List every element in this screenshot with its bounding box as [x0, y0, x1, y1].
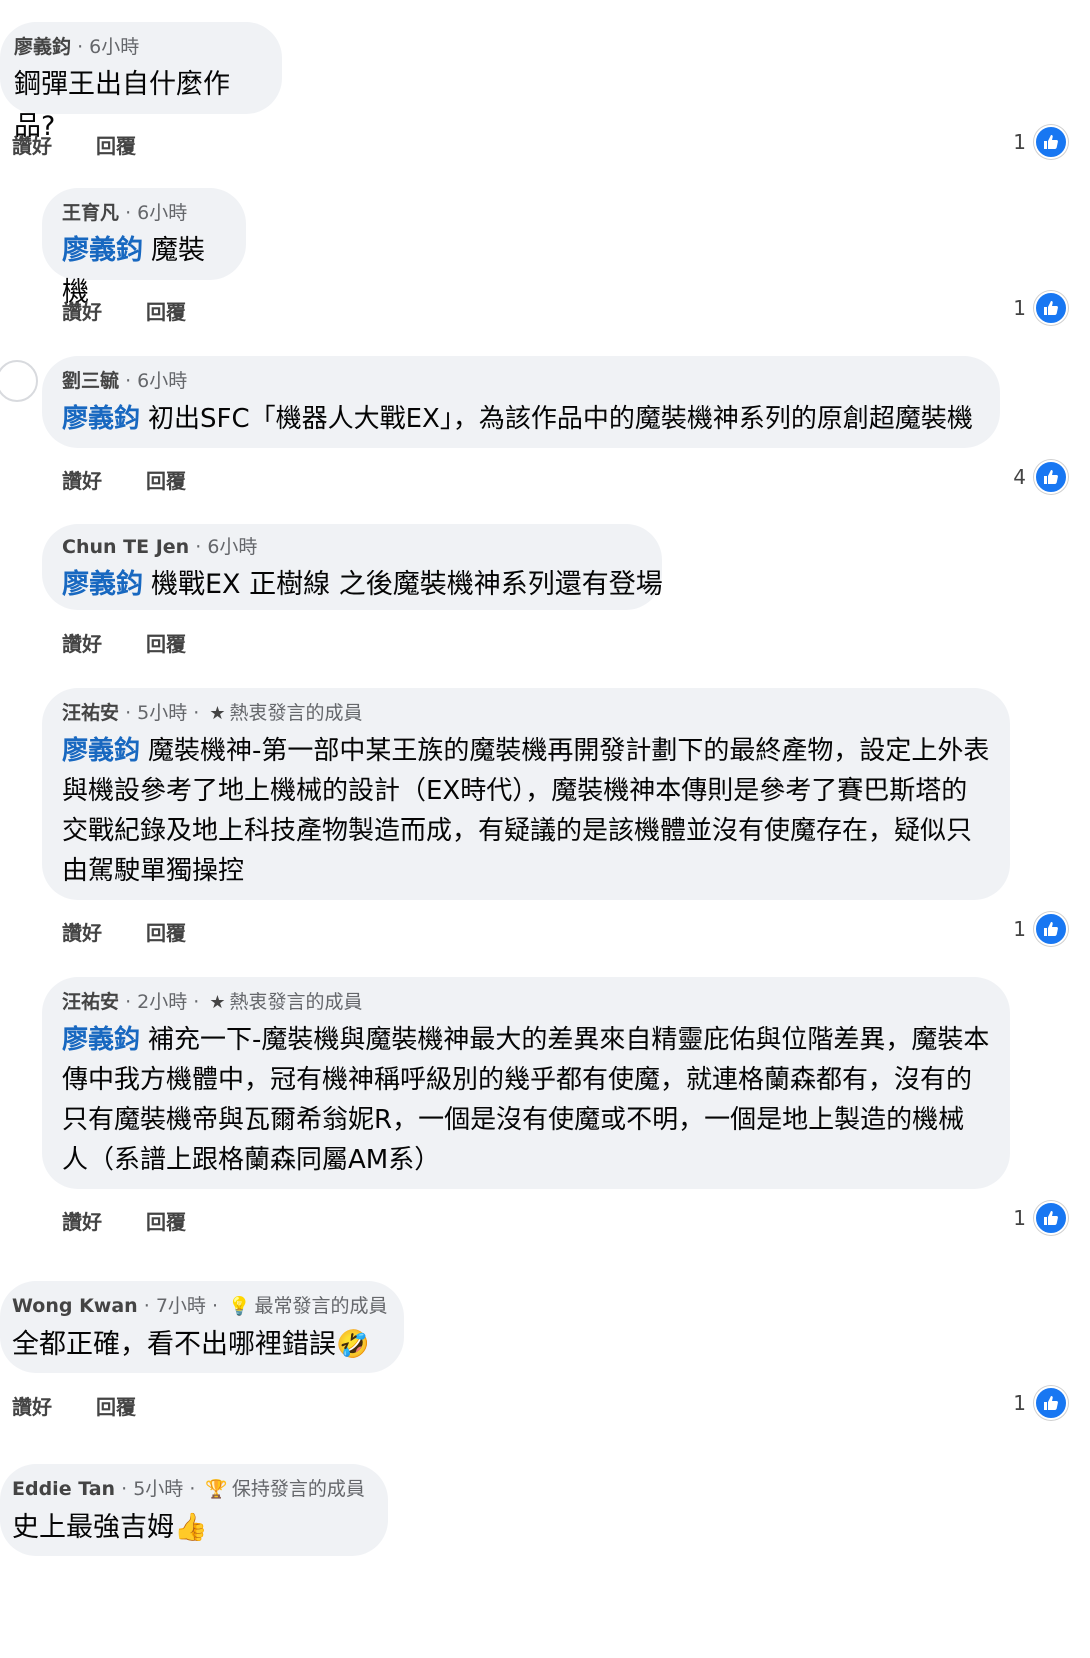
timestamp[interactable]: · 6小時 — [125, 370, 187, 392]
comment-bubble: Chun TE Jen · 6小時 廖義鈞 機戰EX 正樹線 之後魔裝機神系列還有… — [42, 524, 663, 610]
comment-actions: 讚好 回覆 — [12, 1391, 180, 1420]
like-count: 1 — [1013, 130, 1026, 154]
reaction-count[interactable]: 4 — [1013, 460, 1068, 494]
author-name[interactable]: 劉三毓 — [62, 370, 119, 392]
author-name[interactable]: 汪祐安 — [62, 702, 119, 724]
like-count: 1 — [1013, 917, 1026, 941]
comment-meta: 廖義鈞 · 6小時 — [14, 34, 268, 60]
comment-item: 汪祐安 · 5小時 · ★ 熱衷發言的成員 廖義鈞 魔裝機神-第一部中某王族的魔裝機… — [42, 688, 1010, 900]
member-badge[interactable]: ★ 熱衷發言的成員 — [209, 991, 362, 1013]
avatar[interactable] — [0, 360, 38, 402]
reply-button[interactable]: 回覆 — [146, 1210, 186, 1234]
like-button[interactable]: 讚好 — [62, 469, 102, 493]
comment-text: 全都正確，看不出哪裡錯誤🤣 — [12, 1329, 370, 1360]
comment-text: 史上最強吉姆👍 — [12, 1512, 208, 1543]
comment-item: Wong Kwan · 7小時 · 💡 最常發言的成員 全都正確，看不出哪裡錯誤🤣 — [0, 1281, 404, 1373]
reply-button[interactable]: 回覆 — [96, 1395, 136, 1419]
comment-bubble: Wong Kwan · 7小時 · 💡 最常發言的成員 全都正確，看不出哪裡錯誤🤣 — [0, 1281, 404, 1373]
comment-meta: Chun TE Jen · 6小時 — [62, 534, 642, 560]
like-button[interactable]: 讚好 — [62, 632, 102, 656]
thumbs-up-icon — [1034, 460, 1068, 494]
comment-meta: Eddie Tan · 5小時 · 🏆 保持發言的成員 — [12, 1476, 376, 1503]
timestamp[interactable]: · 6小時 — [77, 36, 139, 58]
like-button[interactable]: 讚好 — [62, 1210, 102, 1234]
author-name[interactable]: 廖義鈞 — [14, 36, 71, 58]
timestamp[interactable]: · 7小時 · — [144, 1295, 218, 1317]
reaction-count[interactable]: 1 — [1013, 1386, 1068, 1420]
reaction-count[interactable]: 1 — [1013, 291, 1068, 325]
comment-bubble: 劉三毓 · 6小時 廖義鈞 初出SFC「機器人大戰EX」，為該作品中的魔裝機神系列… — [42, 356, 1000, 448]
mention-link[interactable]: 廖義鈞 — [62, 404, 140, 434]
like-count: 1 — [1013, 1391, 1026, 1415]
reaction-count[interactable]: 1 — [1013, 912, 1068, 946]
comment-meta: 劉三毓 · 6小時 — [62, 368, 980, 394]
like-button[interactable]: 讚好 — [12, 134, 52, 158]
reply-button[interactable]: 回覆 — [146, 921, 186, 945]
thumbs-up-icon — [1034, 912, 1068, 946]
comment-actions: 讚好 回覆 — [62, 917, 230, 946]
comment-text: 廖義鈞 補充一下-魔裝機與魔裝機神最大的差異來自精靈庇佑與位階差異，魔裝本傳中我方… — [62, 1025, 990, 1175]
like-count: 1 — [1013, 1206, 1026, 1230]
comment-meta: 王育凡 · 6小時 — [62, 200, 226, 226]
reply-button[interactable]: 回覆 — [146, 632, 186, 656]
comment-bubble: 汪祐安 · 5小時 · ★ 熱衷發言的成員 廖義鈞 魔裝機神-第一部中某王族的魔裝機… — [42, 688, 1010, 900]
trophy-icon: 🏆 — [205, 1479, 228, 1500]
reaction-count[interactable]: 1 — [1013, 1201, 1068, 1235]
reply-button[interactable]: 回覆 — [96, 134, 136, 158]
thumbs-up-icon — [1034, 1201, 1068, 1235]
author-name[interactable]: 汪祐安 — [62, 991, 119, 1013]
thumbs-up-icon — [1034, 1386, 1068, 1420]
author-name[interactable]: Wong Kwan — [12, 1295, 138, 1317]
lightbulb-icon: 💡 — [228, 1296, 251, 1317]
comment-actions: 讚好 回覆 — [62, 628, 230, 657]
member-badge[interactable]: ★ 熱衷發言的成員 — [209, 702, 362, 724]
comment-item: 王育凡 · 6小時 廖義鈞 魔裝機 — [42, 188, 246, 308]
reaction-count[interactable]: 1 — [1013, 125, 1068, 159]
like-count: 4 — [1013, 465, 1026, 489]
star-icon: ★ — [209, 992, 226, 1013]
member-badge[interactable]: 🏆 保持發言的成員 — [205, 1478, 364, 1500]
like-count: 1 — [1013, 296, 1026, 320]
comment-item: Chun TE Jen · 6小時 廖義鈞 機戰EX 正樹線 之後魔裝機神系列還有… — [42, 524, 663, 610]
mention-link[interactable]: 廖義鈞 — [62, 736, 140, 766]
comment-item: 廖義鈞 · 6小時 鋼彈王出自什麼作品? — [0, 22, 282, 142]
comment-item: 汪祐安 · 2小時 · ★ 熱衷發言的成員 廖義鈞 補充一下-魔裝機與魔裝機神最大的… — [42, 977, 1010, 1189]
comment-item: Eddie Tan · 5小時 · 🏆 保持發言的成員 史上最強吉姆👍 — [0, 1464, 388, 1556]
timestamp[interactable]: · 5小時 · — [121, 1478, 195, 1500]
thumbs-up-icon — [1034, 125, 1068, 159]
star-icon: ★ — [209, 703, 226, 724]
comment-text: 廖義鈞 機戰EX 正樹線 之後魔裝機神系列還有登場 — [62, 569, 663, 600]
comment-actions: 讚好 回覆 — [62, 1206, 230, 1235]
comment-bubble: 汪祐安 · 2小時 · ★ 熱衷發言的成員 廖義鈞 補充一下-魔裝機與魔裝機神最大的… — [42, 977, 1010, 1189]
member-badge[interactable]: 💡 最常發言的成員 — [228, 1295, 387, 1317]
like-button[interactable]: 讚好 — [62, 300, 102, 324]
timestamp[interactable]: · 6小時 — [125, 202, 187, 224]
like-button[interactable]: 讚好 — [62, 921, 102, 945]
timestamp[interactable]: · 6小時 — [195, 536, 257, 558]
mention-link[interactable]: 廖義鈞 — [62, 569, 143, 600]
comment-actions: 讚好 回覆 — [12, 130, 180, 159]
timestamp[interactable]: · 2小時 · — [125, 991, 199, 1013]
comment-actions: 讚好 回覆 — [62, 465, 230, 494]
comment-text: 廖義鈞 初出SFC「機器人大戰EX」，為該作品中的魔裝機神系列的原創超魔裝機 — [62, 404, 973, 434]
comment-actions: 讚好 回覆 — [62, 296, 230, 325]
comment-meta: 汪祐安 · 5小時 · ★ 熱衷發言的成員 — [62, 700, 990, 727]
author-name[interactable]: 王育凡 — [62, 202, 119, 224]
comment-text: 廖義鈞 魔裝機神-第一部中某王族的魔裝機再開發計劃下的最終產物，設定上外表與機設參… — [62, 736, 990, 886]
comment-bubble: 廖義鈞 · 6小時 鋼彈王出自什麼作品? — [0, 22, 282, 142]
author-name[interactable]: Eddie Tan — [12, 1478, 115, 1500]
timestamp[interactable]: · 5小時 · — [125, 702, 199, 724]
author-name[interactable]: Chun TE Jen — [62, 536, 189, 558]
comment-meta: 汪祐安 · 2小時 · ★ 熱衷發言的成員 — [62, 989, 990, 1016]
comment-item: 劉三毓 · 6小時 廖義鈞 初出SFC「機器人大戰EX」，為該作品中的魔裝機神系列… — [42, 356, 1000, 448]
reply-button[interactable]: 回覆 — [146, 469, 186, 493]
mention-link[interactable]: 廖義鈞 — [62, 235, 143, 266]
thumbs-up-icon — [1034, 291, 1068, 325]
comment-bubble: 王育凡 · 6小時 廖義鈞 魔裝機 — [42, 188, 246, 308]
comment-bubble: Eddie Tan · 5小時 · 🏆 保持發言的成員 史上最強吉姆👍 — [0, 1464, 388, 1556]
comment-meta: Wong Kwan · 7小時 · 💡 最常發言的成員 — [12, 1293, 392, 1320]
reply-button[interactable]: 回覆 — [146, 300, 186, 324]
like-button[interactable]: 讚好 — [12, 1395, 52, 1419]
mention-link[interactable]: 廖義鈞 — [62, 1025, 140, 1055]
